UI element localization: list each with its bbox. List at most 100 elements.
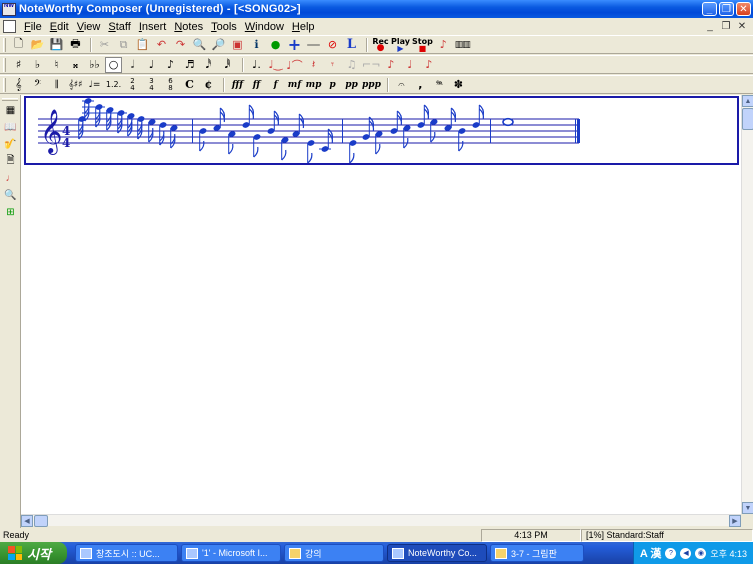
mdi-close-icon[interactable]: ✕	[735, 21, 749, 32]
grace-note-icon[interactable]: ♫	[343, 57, 360, 73]
remove-staff-icon[interactable]: —	[305, 37, 322, 53]
save-icon[interactable]: 💾	[48, 37, 65, 53]
new-file-icon[interactable]: 🗋	[10, 37, 27, 53]
flat-icon[interactable]: ♭	[29, 57, 46, 73]
eighth-note-icon[interactable]: ♪	[162, 57, 179, 73]
grid-view-icon[interactable]: ⊞	[2, 205, 19, 220]
undo-icon[interactable]: ↶	[153, 37, 170, 53]
menu-notes[interactable]: Notes	[170, 21, 207, 33]
eighth-rest-icon[interactable]: 𝄾	[324, 57, 341, 73]
keyboard-icon[interactable]: ▥▥	[454, 37, 471, 53]
bass-clef-icon[interactable]: 𝄢	[29, 77, 46, 93]
accent-icon[interactable]: ♪	[382, 57, 399, 73]
barline-icon[interactable]: 𝄂	[48, 77, 65, 93]
toolbar-grip[interactable]	[2, 98, 18, 101]
dynamic-fff[interactable]: fff	[229, 77, 246, 93]
taskbar-button-paint[interactable]: 3-7 - 그림판	[490, 544, 584, 562]
beam-icon[interactable]: ⌐¬	[362, 57, 380, 73]
help-icon[interactable]: ?	[665, 547, 677, 559]
zoom-out-icon[interactable]: 🔎	[210, 37, 227, 53]
horizontal-scroll-thumb[interactable]	[34, 515, 48, 527]
toolbar-grip[interactable]	[3, 37, 6, 52]
menu-view[interactable]: View	[73, 21, 105, 33]
info-icon[interactable]: ℹ	[248, 37, 265, 53]
play-button[interactable]: Play ▶	[391, 37, 410, 53]
key-signature-icon[interactable]: 𝄞♯♯	[67, 77, 84, 93]
score-document[interactable]: 𝄞 4 4	[21, 95, 741, 514]
ending-icon[interactable]: 1.2.	[105, 77, 122, 93]
add-staff-icon[interactable]: +	[286, 35, 303, 54]
fermata-icon[interactable]: 𝄐	[393, 77, 410, 93]
treble-clef-icon[interactable]: 𝄞	[10, 77, 27, 93]
instrument-icon[interactable]: 🎷	[2, 137, 19, 152]
close-button[interactable]: ✕	[736, 2, 751, 16]
dynamic-ppp[interactable]: ppp	[362, 77, 381, 93]
menu-file[interactable]: File	[20, 21, 46, 33]
menu-staff[interactable]: Staff	[104, 21, 134, 33]
copy-icon[interactable]: ⧉	[115, 37, 132, 53]
stop-button[interactable]: Stop ■	[412, 37, 433, 53]
double-flat-icon[interactable]: ♭♭	[86, 57, 103, 73]
open-folder-icon[interactable]: 📂	[29, 37, 46, 53]
tempo-icon[interactable]: ♪	[435, 37, 452, 53]
menu-window[interactable]: Window	[241, 21, 288, 33]
start-button[interactable]: 시작	[0, 542, 67, 564]
maximize-button[interactable]: ❐	[719, 2, 734, 16]
scroll-right-icon[interactable]: ▶	[729, 515, 741, 527]
find-icon[interactable]: 🔍	[2, 188, 19, 203]
vertical-scrollbar[interactable]: ▲ ▼	[741, 95, 753, 514]
sixteenth-note-icon[interactable]: ♬	[181, 57, 198, 73]
page-setup-icon[interactable]: ▣	[229, 37, 246, 53]
quarter-rest-icon[interactable]: 𝄽	[305, 57, 322, 73]
quarter-note-icon[interactable]: ♩	[143, 57, 160, 73]
tie-icon[interactable]: ♩‿	[267, 57, 284, 73]
dynamic-mf[interactable]: mf	[286, 77, 303, 93]
menu-tools[interactable]: Tools	[207, 21, 241, 33]
time-signature-6-8-icon[interactable]: 68	[162, 77, 179, 93]
menu-help[interactable]: Help	[288, 21, 319, 33]
thirty-second-note-icon[interactable]: 𝅘𝅥𝅰	[200, 57, 217, 73]
paste-icon[interactable]: 📋	[134, 37, 151, 53]
half-note-icon[interactable]: 𝅗𝅥	[124, 57, 141, 73]
pedal-release-icon[interactable]: ✽	[450, 77, 467, 93]
tempo-marker-icon[interactable]: ♩=	[86, 77, 103, 93]
horizontal-scrollbar[interactable]: ◀ ▶	[21, 514, 741, 527]
taskbar-button-browser[interactable]: 창조도시 :: UC...	[75, 544, 178, 562]
sixty-fourth-note-icon[interactable]: 𝅘𝅥𝅱	[219, 57, 236, 73]
breath-mark-icon[interactable]: ,	[412, 77, 429, 93]
zoom-in-icon[interactable]: 🔍	[191, 37, 208, 53]
staff-properties-icon[interactable]: ▦	[2, 103, 19, 118]
double-sharp-icon[interactable]: 𝄪	[67, 57, 84, 73]
dotted-note-icon[interactable]: ♩.	[248, 57, 265, 73]
mdi-minimize-icon[interactable]: _	[703, 21, 717, 32]
toolbar-grip[interactable]	[3, 77, 6, 92]
pedal-icon[interactable]: 𝆮	[431, 77, 448, 93]
document-icon[interactable]	[3, 20, 16, 33]
time-signature-3-4-icon[interactable]: 34	[143, 77, 160, 93]
lyrics-button[interactable]: L	[343, 37, 360, 53]
volume-icon[interactable]: ◉	[695, 547, 707, 559]
vertical-scroll-thumb[interactable]	[742, 108, 753, 130]
tenuto-icon[interactable]: ♪	[420, 57, 437, 73]
toolbar-grip[interactable]	[3, 57, 6, 72]
record-button[interactable]: Rec ●	[372, 37, 389, 53]
ime-indicator[interactable]: A 漢	[640, 545, 662, 561]
staff-panel[interactable]: 𝄞 4 4	[24, 96, 739, 165]
slur-icon[interactable]: ♩⌒	[286, 57, 303, 73]
cut-time-icon[interactable]: ¢	[200, 77, 217, 93]
dynamic-f[interactable]: f	[267, 77, 284, 93]
app-icon[interactable]: NW	[2, 2, 16, 16]
mdi-restore-icon[interactable]: ❐	[719, 21, 733, 32]
book-icon[interactable]: 📖	[2, 120, 19, 135]
taskbar-button-word[interactable]: '1' - Microsoft I...	[181, 544, 281, 562]
taskbar-button-noteworthy[interactable]: NoteWorthy Co...	[387, 544, 487, 562]
dynamic-p[interactable]: p	[324, 77, 341, 93]
note-properties-icon[interactable]: ♩	[2, 171, 19, 186]
cut-icon[interactable]: ✂	[96, 37, 113, 53]
redo-icon[interactable]: ↷	[172, 37, 189, 53]
menu-insert[interactable]: Insert	[135, 21, 171, 33]
time-signature-2-4-icon[interactable]: 24	[124, 77, 141, 93]
staccato-icon[interactable]: ♩	[401, 57, 418, 73]
minimize-button[interactable]: _	[702, 2, 717, 16]
dynamic-ff[interactable]: ff	[248, 77, 265, 93]
